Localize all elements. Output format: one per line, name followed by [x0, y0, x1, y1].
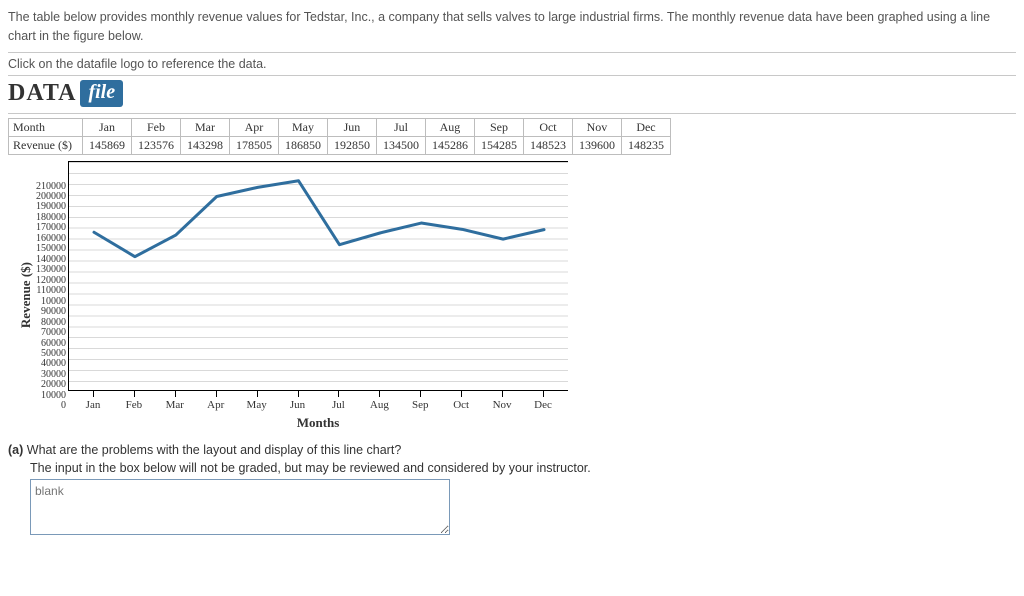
- table-cell: Jun: [327, 118, 376, 136]
- datafile-word: DATA: [8, 80, 76, 107]
- x-axis-label: Months: [68, 413, 568, 431]
- x-tick-label: May: [247, 399, 267, 411]
- line-chart: Revenue ($) 2100002000001900001800001700…: [18, 161, 1016, 431]
- table-cell: Apr: [229, 118, 278, 136]
- table-cell: Jul: [376, 118, 425, 136]
- table-cell: 192850: [327, 136, 376, 154]
- x-tick-label: Jan: [86, 399, 101, 411]
- table-cell: Nov: [572, 118, 621, 136]
- table-cell: 178505: [229, 136, 278, 154]
- table-cell: Jan: [82, 118, 131, 136]
- x-tick-label: Jun: [290, 399, 305, 411]
- x-tick-label: Feb: [126, 399, 143, 411]
- datafile-button[interactable]: file: [80, 80, 123, 107]
- table-cell: May: [278, 118, 327, 136]
- x-tick-label: Oct: [453, 399, 469, 411]
- table-cell: 148235: [621, 136, 670, 154]
- x-tick-label: Sep: [412, 399, 429, 411]
- x-tick-label: Nov: [493, 399, 512, 411]
- table-cell: 145286: [425, 136, 474, 154]
- table-cell: 143298: [180, 136, 229, 154]
- click-instruction: Click on the datafile logo to reference …: [8, 57, 1016, 71]
- table-cell: 148523: [523, 136, 572, 154]
- table-cell: Mar: [180, 118, 229, 136]
- x-axis-tickmarks: [68, 391, 568, 399]
- table-cell: Dec: [621, 118, 670, 136]
- table-row1-label: Month: [9, 118, 83, 136]
- y-axis-ticks: 2100002000001900001800001700001600001500…: [36, 180, 68, 412]
- intro-text: The table below provides monthly revenue…: [8, 8, 1016, 46]
- table-cell: 154285: [474, 136, 523, 154]
- x-axis-ticklabels: Jan Feb Mar Apr May Jun Jul Aug Sep Oct Nov Dec: [68, 399, 568, 413]
- table-cell: Sep: [474, 118, 523, 136]
- question-text: What are the problems with the layout an…: [27, 443, 402, 457]
- plot-area: [68, 161, 568, 391]
- table-cell: Oct: [523, 118, 572, 136]
- question-note: The input in the box below will not be g…: [30, 461, 1016, 475]
- question-tag: (a): [8, 443, 23, 457]
- y-axis-label: Revenue ($): [18, 262, 34, 328]
- table-cell: 134500: [376, 136, 425, 154]
- x-tick-label: Apr: [207, 399, 224, 411]
- divider: [8, 52, 1016, 53]
- divider: [8, 75, 1016, 76]
- revenue-table: MonthJanFebMarAprMayJunJulAugSepOctNovDe…: [8, 118, 671, 155]
- table-cell: Aug: [425, 118, 474, 136]
- table-cell: 123576: [131, 136, 180, 154]
- table-cell: 139600: [572, 136, 621, 154]
- x-tick-label: Jul: [332, 399, 345, 411]
- divider: [8, 113, 1016, 114]
- x-tick-label: Aug: [370, 399, 389, 411]
- table-cell: 145869: [82, 136, 131, 154]
- table-cell: 186850: [278, 136, 327, 154]
- answer-textarea[interactable]: [30, 479, 450, 535]
- x-tick-label: Dec: [534, 399, 552, 411]
- table-row2-label: Revenue ($): [9, 136, 83, 154]
- x-tick-label: Mar: [166, 399, 184, 411]
- table-cell: Feb: [131, 118, 180, 136]
